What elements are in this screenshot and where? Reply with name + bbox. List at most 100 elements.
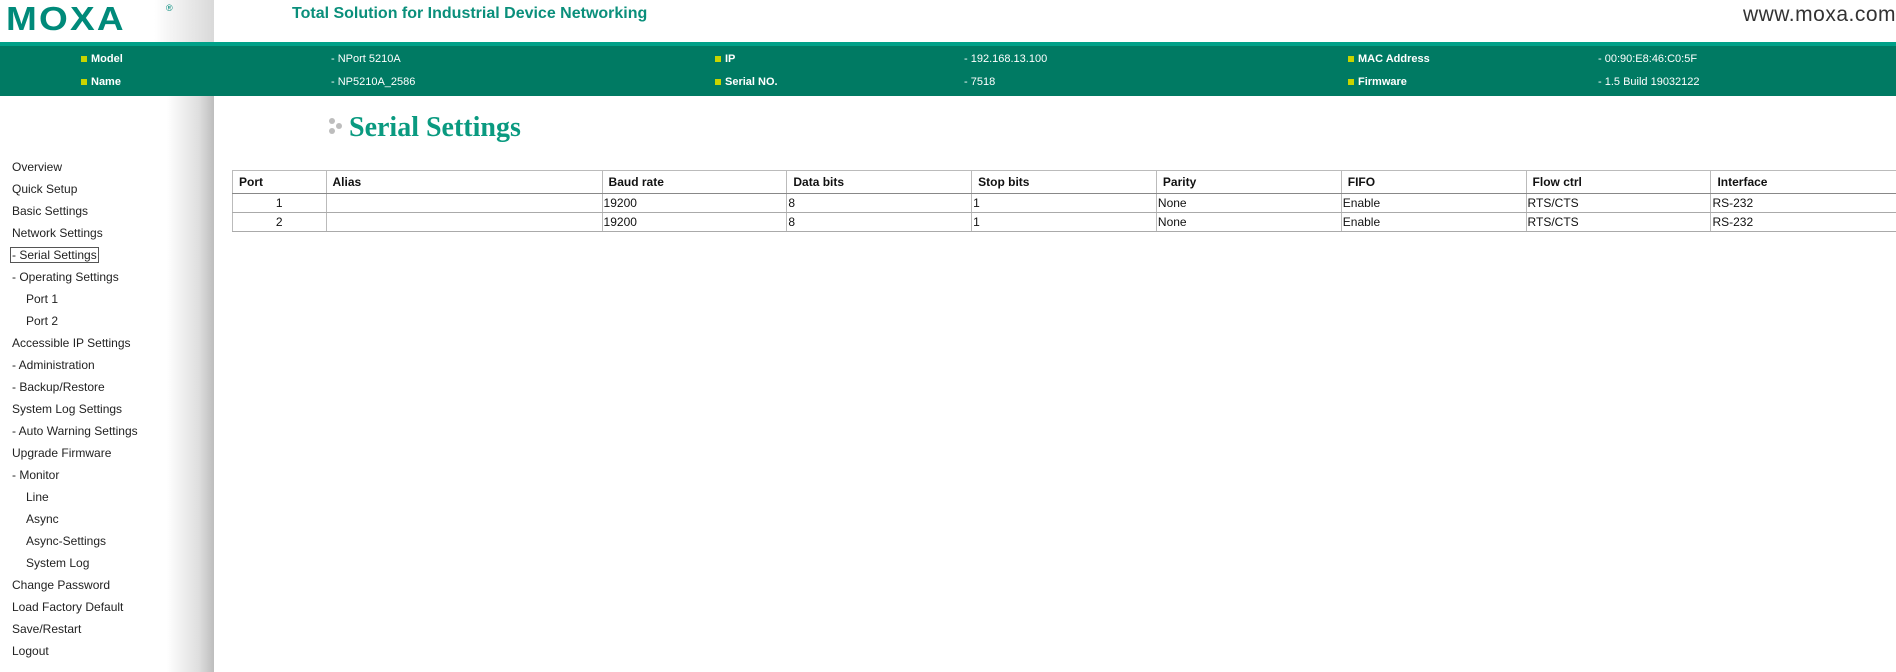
column-header: Stop bits: [971, 170, 1157, 194]
sidebar-item-label: Port 2: [26, 314, 59, 328]
sidebar-item-label: Port 1: [26, 292, 59, 306]
dots-icon: [329, 118, 349, 138]
info-row: Model - NPort 5210A IP - 192.168.13.100 …: [0, 53, 1896, 69]
sidebar-item-label: System Log Settings: [12, 402, 123, 416]
square-bullet-icon: [81, 56, 87, 62]
sidebar-item-logout[interactable]: Logout: [12, 643, 138, 665]
device-info-bar: Model - NPort 5210A IP - 192.168.13.100 …: [0, 42, 1896, 96]
sidebar-item-change-password[interactable]: Change Password: [12, 577, 138, 599]
sidebar-nav: Overview Quick Setup Basic Settings Network…: [10, 159, 138, 665]
sidebar-item-network-settings[interactable]: Network Settings: [12, 225, 138, 247]
sidebar-item-accessible-ip-settings[interactable]: Accessible IP Settings: [12, 335, 138, 357]
sidebar-item-port-2[interactable]: Port 2: [12, 313, 138, 335]
column-header: Parity: [1155, 170, 1342, 194]
column-header: Flow ctrl: [1525, 170, 1711, 194]
sidebar-item-basic-settings[interactable]: Basic Settings: [12, 203, 138, 225]
table-cell: 1: [971, 212, 1157, 232]
column-header: FIFO: [1340, 170, 1527, 194]
column-header: Port: [232, 170, 327, 194]
sidebar-item-label: - Backup/Restore: [12, 380, 105, 394]
sidebar-item-label: Overview: [12, 160, 63, 174]
moxa-logo[interactable]: MOXA: [6, 2, 126, 36]
table-cell: RTS/CTS: [1525, 193, 1711, 213]
table-cell: 8: [786, 193, 972, 213]
sidebar-item-label: Async-Settings: [26, 534, 107, 548]
sidebar-item-label: Logout: [12, 644, 49, 658]
model-label: Model: [81, 53, 123, 65]
table-cell: 8: [786, 212, 972, 232]
sidebar-item-label: - Serial Settings: [10, 247, 99, 263]
square-bullet-icon: [715, 56, 721, 62]
table-cell: 1: [971, 193, 1157, 213]
table-cell: 19200: [601, 212, 787, 232]
sidebar-item-async[interactable]: Async: [12, 511, 138, 533]
mac-value: - 00:90:E8:46:C0:5F: [1598, 53, 1698, 65]
table-cell: RS-232: [1710, 193, 1896, 213]
serial-label-text: Serial NO.: [725, 76, 778, 88]
sidebar-item-label: Change Password: [12, 578, 111, 592]
sidebar-item-backup-restore[interactable]: - Backup/Restore: [12, 379, 138, 401]
info-row: Name - NP5210A_2586 Serial NO. - 7518 Fi…: [0, 76, 1896, 92]
serial-settings-table: Port Alias Baud rate Data bits Stop bits Pari…: [232, 170, 1896, 232]
sidebar-item-label: Accessible IP Settings: [12, 336, 131, 350]
registered-mark: ®: [166, 3, 173, 13]
table-body: 1 19200 8 1 None Enable RTS/CTS RS-232 2 19200 8 1 N…: [232, 193, 1896, 232]
table-cell: None: [1155, 212, 1342, 232]
firmware-label: Firmware: [1348, 76, 1407, 88]
column-header: Alias: [325, 170, 603, 194]
sidebar-item-administration[interactable]: - Administration: [12, 357, 138, 379]
table-cell: [325, 212, 603, 232]
sidebar-item-system-log-settings[interactable]: System Log Settings: [12, 401, 138, 423]
sidebar-item-system-log[interactable]: System Log: [12, 555, 138, 577]
ip-label: IP: [715, 53, 735, 65]
square-bullet-icon: [715, 79, 721, 85]
sidebar-item-quick-setup[interactable]: Quick Setup: [12, 181, 138, 203]
table-cell: 2: [232, 212, 327, 232]
page-title: Serial Settings: [349, 112, 521, 143]
sidebar-item-label: - Operating Settings: [12, 270, 119, 284]
sidebar-item-serial-settings[interactable]: - Serial Settings: [10, 247, 138, 269]
sidebar: Overview Quick Setup Basic Settings Network…: [0, 96, 214, 672]
name-value: - NP5210A_2586: [331, 76, 416, 88]
sidebar-item-auto-warning-settings[interactable]: - Auto Warning Settings: [12, 423, 138, 445]
sidebar-item-save-restart[interactable]: Save/Restart: [12, 621, 138, 643]
table-cell: 19200: [601, 193, 787, 213]
firmware-label-text: Firmware: [1358, 76, 1407, 88]
table-cell: RS-232: [1710, 212, 1896, 232]
model-label-text: Model: [91, 53, 123, 65]
table-cell: None: [1155, 193, 1342, 213]
serial-label: Serial NO.: [715, 76, 778, 88]
sidebar-item-label: Upgrade Firmware: [12, 446, 112, 460]
page-heading: Serial Settings: [329, 110, 521, 146]
column-header: Data bits: [786, 170, 972, 194]
table-cell: RTS/CTS: [1525, 212, 1711, 232]
table-cell: Enable: [1340, 193, 1527, 213]
tagline: Total Solution for Industrial Device Net…: [292, 5, 648, 22]
column-header: Interface: [1710, 170, 1896, 194]
sidebar-item-async-settings[interactable]: Async-Settings: [12, 533, 138, 555]
square-bullet-icon: [81, 79, 87, 85]
table-cell: [325, 193, 603, 213]
name-label-text: Name: [91, 76, 121, 88]
sidebar-item-label: Async: [26, 512, 59, 526]
sidebar-item-upgrade-firmware[interactable]: Upgrade Firmware: [12, 445, 138, 467]
table-header-row: Port Alias Baud rate Data bits Stop bits Pari…: [232, 170, 1896, 194]
square-bullet-icon: [1348, 56, 1354, 62]
ip-value: - 192.168.13.100: [964, 53, 1048, 65]
sidebar-item-load-factory-default[interactable]: Load Factory Default: [12, 599, 138, 621]
site-url-link[interactable]: www.moxa.com: [1743, 3, 1896, 27]
sidebar-item-port-1[interactable]: Port 1: [12, 291, 138, 313]
header: MOXA ® Total Solution for Industrial Dev…: [0, 0, 1896, 42]
sidebar-item-operating-settings[interactable]: - Operating Settings: [12, 269, 138, 291]
table-row: 1 19200 8 1 None Enable RTS/CTS RS-232: [232, 193, 1896, 213]
table-cell: 1: [232, 193, 327, 213]
sidebar-item-overview[interactable]: Overview: [12, 159, 138, 181]
sidebar-item-line[interactable]: Line: [12, 489, 138, 511]
name-label: Name: [81, 76, 121, 88]
sidebar-item-monitor[interactable]: - Monitor: [12, 467, 138, 489]
sidebar-item-label: Basic Settings: [12, 204, 89, 218]
sidebar-item-label: Save/Restart: [12, 622, 82, 636]
sidebar-item-label: - Auto Warning Settings: [12, 424, 138, 438]
logo-area: MOXA ®: [0, 0, 214, 42]
model-value: - NPort 5210A: [331, 53, 401, 65]
